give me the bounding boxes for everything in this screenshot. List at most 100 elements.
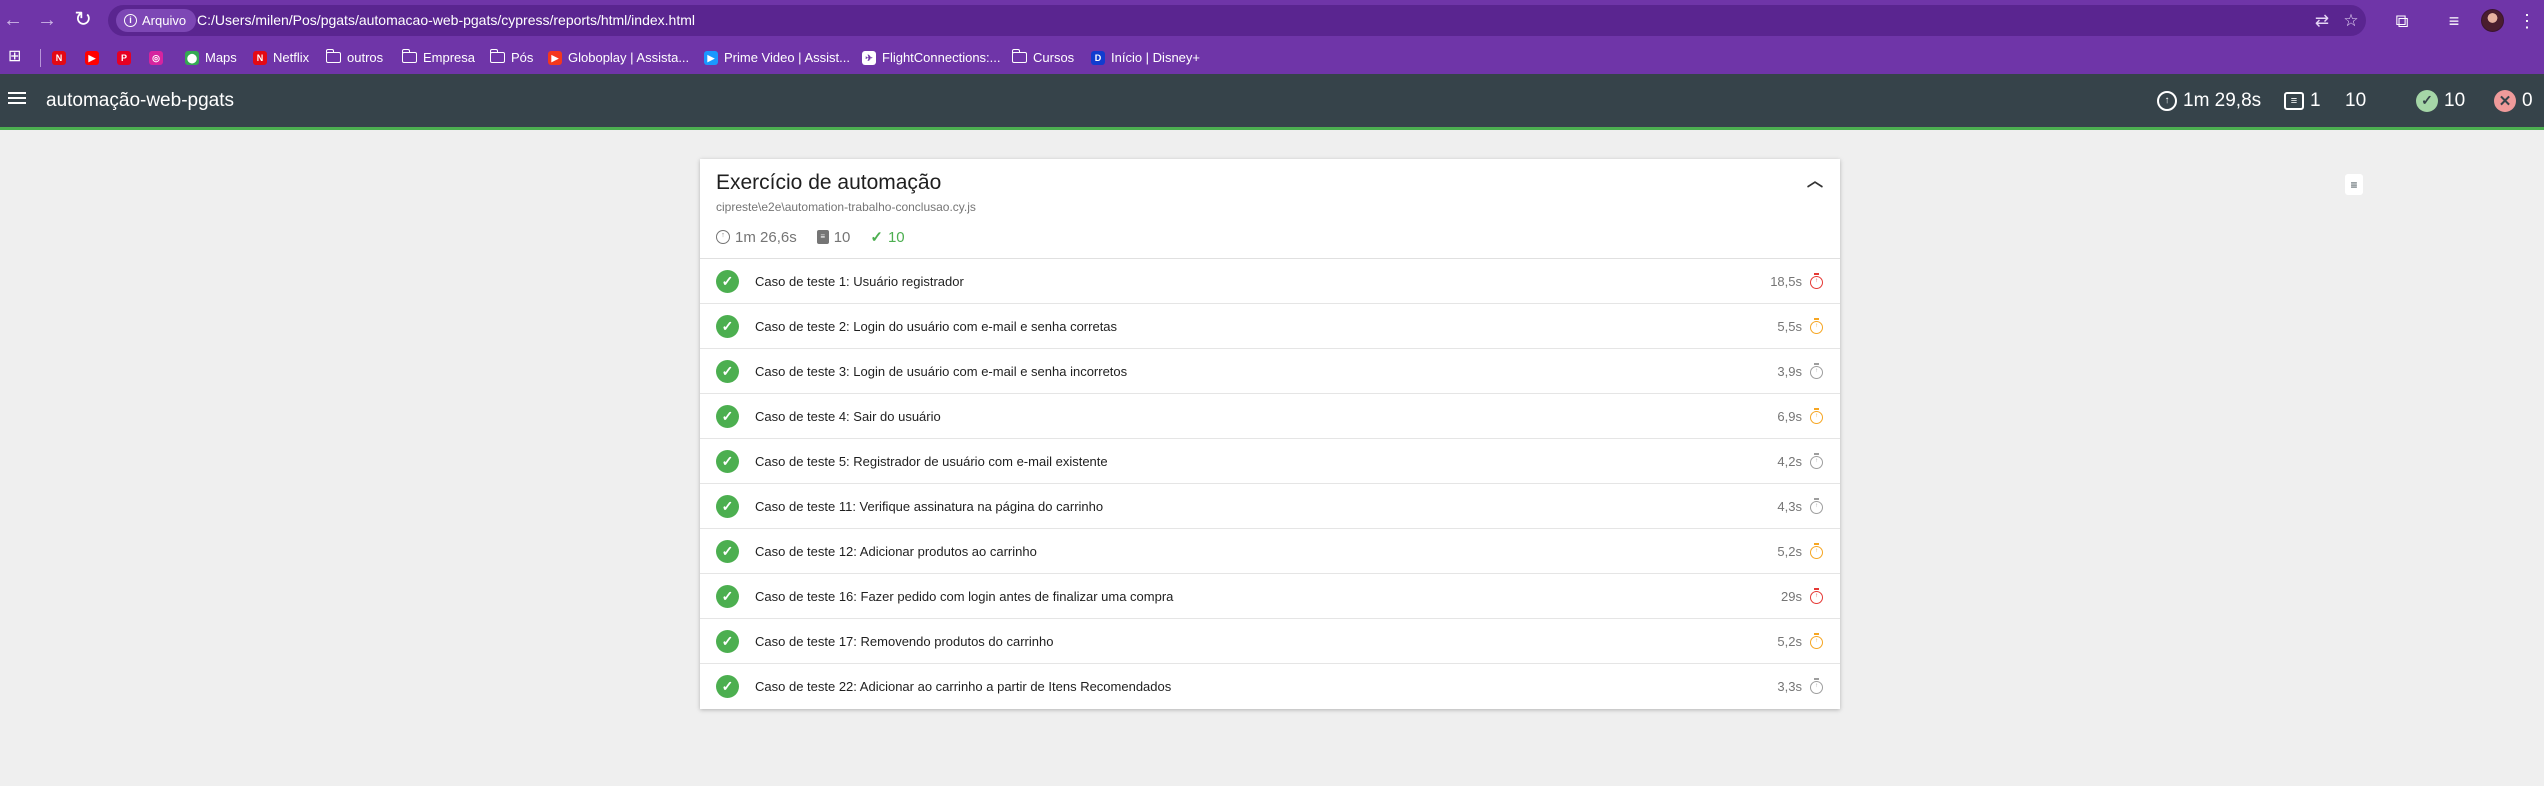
bookmark-label: Empresa: [423, 50, 476, 65]
pinterest-icon: P: [117, 50, 131, 65]
suite-title: Exercício de automação: [716, 171, 942, 194]
stat-tests[interactable]: ≡ 10: [2345, 74, 2366, 195]
bookmark-label: Cursos: [1033, 50, 1075, 65]
test-row[interactable]: ✓ Caso de teste 4: Sair do usuário 6,9s ↑: [700, 394, 1840, 439]
bookmark-item[interactable]: ✈ FlightConnections:...: [862, 41, 1001, 74]
address-bar[interactable]: i Arquivo C:/Users/milen/Pos/pgats/autom…: [108, 5, 2366, 36]
test-row[interactable]: ✓ Caso de teste 17: Removendo produtos do…: [700, 619, 1840, 664]
url-text[interactable]: C:/Users/milen/Pos/pgats/automacao-web-p…: [197, 5, 695, 36]
site-info-label: Arquivo: [142, 13, 187, 28]
test-duration: 4,3s: [1777, 499, 1802, 514]
speed-timer-icon: ↑: [1810, 498, 1823, 514]
tests-icon: ≡: [2345, 174, 2363, 195]
stat-passed[interactable]: ✓ 10: [2416, 74, 2465, 127]
back-button[interactable]: ←: [1, 8, 25, 32]
timer-icon: ↑: [2157, 90, 2177, 111]
test-title: Caso de teste 4: Sair do usuário: [755, 409, 941, 424]
stat-suites[interactable]: ≡ 1: [2284, 74, 2321, 127]
disney-plus-icon: D: [1091, 50, 1105, 65]
bookmark-item[interactable]: Cursos: [1011, 41, 1075, 74]
reload-button[interactable]: ↻: [71, 8, 95, 32]
instagram-icon: ◎: [149, 50, 163, 65]
prime-video-icon: ▶: [704, 50, 718, 65]
test-title: Caso de teste 12: Adicionar produtos ao …: [755, 544, 1037, 559]
info-icon: i: [124, 14, 137, 27]
bookmark-item[interactable]: P: [117, 41, 131, 74]
stat-duration-value: 1m 29,8s: [2183, 89, 2262, 111]
bookmark-label: Início | Disney+: [1111, 50, 1201, 65]
suite-stats: ↑ 1m 26,6s ≡ 10 ✓ 10: [716, 228, 905, 246]
passed-check-icon: ✓: [716, 585, 739, 608]
passed-check-icon: ✓: [716, 270, 739, 293]
collapse-chevron-up-icon[interactable]: ︿: [1804, 171, 1826, 193]
test-duration: 6,9s: [1777, 409, 1802, 424]
timer-icon: ↑: [716, 230, 730, 244]
bookmark-item[interactable]: Pós: [489, 41, 534, 74]
bookmark-label: Pós: [511, 50, 534, 65]
tab-search-icon[interactable]: ≡: [2441, 8, 2467, 34]
speed-timer-icon: ↑: [1810, 318, 1823, 334]
test-row[interactable]: ✓ Caso de teste 3: Login de usuário com e…: [700, 349, 1840, 394]
bookmark-item[interactable]: ▶: [85, 41, 99, 74]
stat-duration: ↑ 1m 29,8s: [2157, 74, 2261, 127]
bookmark-label: Netflix: [273, 50, 310, 65]
test-title: Caso de teste 17: Removendo produtos do …: [755, 634, 1054, 649]
test-duration: 4,2s: [1777, 454, 1802, 469]
flightconnections-icon: ✈: [862, 50, 876, 65]
test-row[interactable]: ✓ Caso de teste 11: Verifique assinatura …: [700, 484, 1840, 529]
folder-icon: [489, 49, 505, 63]
translate-icon[interactable]: ⇄: [2310, 9, 2334, 33]
bookmark-item[interactable]: ⬤ Maps: [185, 41, 237, 74]
speed-timer-icon: ↑: [1810, 363, 1823, 379]
bookmarks-bar: ⊞ N ▶ P ◎ ⬤ Maps N Netflix outros Empresa Pós ▶ Glob…: [0, 41, 2544, 74]
hamburger-menu-icon[interactable]: [8, 89, 28, 109]
bookmark-item[interactable]: D Início | Disney+: [1091, 41, 1200, 74]
test-row[interactable]: ✓ Caso de teste 16: Fazer pedido com logi…: [700, 574, 1840, 619]
error-circle-icon: ✕: [2494, 89, 2516, 112]
bookmarks-separator: [40, 49, 41, 67]
passed-check-icon: ✓: [716, 315, 739, 338]
forward-button[interactable]: →: [35, 8, 59, 32]
test-title: Caso de teste 2: Login do usuário com e-…: [755, 319, 1118, 334]
kebab-menu-icon[interactable]: ⋮: [2514, 8, 2540, 34]
test-title: Caso de teste 5: Registrador de usuário …: [755, 454, 1108, 469]
maps-icon: ⬤: [185, 50, 199, 65]
passed-check-icon: ✓: [716, 450, 739, 473]
passed-check-icon: ✓: [716, 540, 739, 563]
browser-toolbar: ← → ↻ i Arquivo C:/Users/milen/Pos/pgats…: [0, 0, 2544, 41]
folder-icon: [1011, 49, 1027, 63]
bookmark-item[interactable]: ▶ Prime Video | Assist...: [704, 41, 850, 74]
suite-tests-count: ≡ 10: [816, 229, 850, 246]
test-row[interactable]: ✓ Caso de teste 12: Adicionar produtos ao…: [700, 529, 1840, 574]
test-duration: 18,5s: [1770, 274, 1802, 289]
report-app-bar: automação-web-pgats ↑ 1m 29,8s ≡ 1 ≡ 10 …: [0, 74, 2544, 195]
test-row[interactable]: ✓ Caso de teste 22: Adicionar ao carrinho…: [700, 664, 1840, 709]
bookmark-item[interactable]: outros: [325, 41, 383, 74]
bookmark-item[interactable]: Empresa: [401, 41, 476, 74]
site-info-chip[interactable]: i Arquivo: [116, 9, 197, 32]
test-row[interactable]: ✓ Caso de teste 1: Usuário registrador 18,…: [700, 259, 1840, 304]
test-list: ✓ Caso de teste 1: Usuário registrador 18,…: [700, 259, 1840, 709]
test-title: Caso de teste 1: Usuário registrador: [755, 274, 964, 289]
netflix-icon: N: [253, 50, 267, 65]
star-icon[interactable]: ☆: [2339, 9, 2363, 33]
bookmark-item[interactable]: ◎: [149, 41, 163, 74]
stat-failed[interactable]: ✕ 0: [2494, 74, 2533, 127]
bookmark-item[interactable]: ▶ Globoplay | Assista...: [548, 41, 689, 74]
bookmark-label: Maps: [205, 50, 237, 65]
test-row[interactable]: ✓ Caso de teste 2: Login do usuário com e…: [700, 304, 1840, 349]
extensions-icon[interactable]: ⧉: [2389, 8, 2415, 34]
test-duration: 5,2s: [1777, 634, 1802, 649]
test-row[interactable]: ✓ Caso de teste 5: Registrador de usuário…: [700, 439, 1840, 484]
profile-avatar[interactable]: [2481, 9, 2504, 32]
bookmark-label: Prime Video | Assist...: [724, 50, 850, 65]
bookmark-item[interactable]: N Netflix: [253, 41, 309, 74]
suite-header: Exercício de automação cipreste\e2e\auto…: [700, 159, 1840, 259]
bookmark-item[interactable]: N: [52, 41, 66, 74]
suite-file-path: cipreste\e2e\automation-trabalho-conclus…: [716, 200, 976, 214]
youtube-icon: ▶: [85, 50, 99, 65]
test-duration: 3,3s: [1777, 679, 1802, 694]
passed-check-icon: ✓: [716, 360, 739, 383]
apps-grid-icon[interactable]: ⊞: [8, 48, 26, 66]
test-title: Caso de teste 16: Fazer pedido com login…: [755, 589, 1174, 604]
